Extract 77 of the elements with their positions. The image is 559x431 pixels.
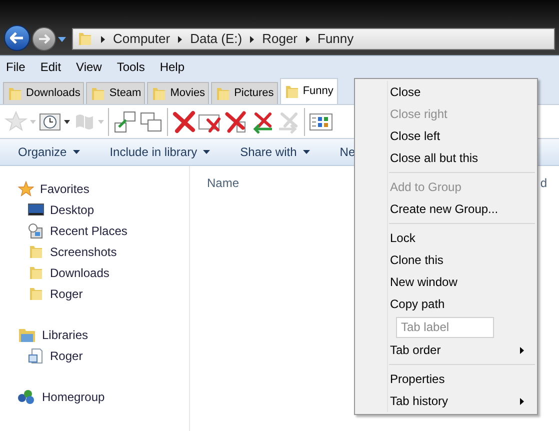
library-icon (18, 326, 36, 342)
tab-label-field[interactable]: Tab label (396, 316, 494, 338)
folder-icon (28, 264, 44, 280)
star-icon (4, 110, 28, 134)
new-window-icon (113, 110, 137, 134)
breadcrumb-item[interactable]: Computer (113, 29, 170, 49)
context-menu-item[interactable]: Tab history (355, 390, 537, 412)
caret-icon (302, 150, 310, 154)
tab[interactable]: Movies (147, 82, 210, 104)
column-header[interactable]: Name (207, 174, 240, 190)
context-menu-item[interactable]: Close (355, 81, 537, 103)
chevron-icon (250, 36, 254, 42)
context-menu-item[interactable]: Tab order (355, 339, 537, 361)
context-menu-item[interactable]: New window (355, 271, 537, 293)
nav-item[interactable]: Desktop (18, 199, 189, 220)
history-caret-icon[interactable] (58, 37, 66, 42)
context-menu-item[interactable]: Clone this (355, 249, 537, 271)
tab[interactable]: Downloads (3, 82, 84, 104)
tab[interactable]: Pictures (211, 82, 278, 104)
menu-bar-item[interactable]: Edit (40, 58, 62, 76)
command-button[interactable]: Organize (18, 143, 80, 161)
menu-bar-item[interactable]: View (76, 58, 102, 76)
submenu-arrow-icon (520, 346, 524, 354)
nav-group-item[interactable]: Libraries (18, 324, 189, 345)
nav-item[interactable]: Roger (18, 283, 189, 304)
submenu-arrow-icon (520, 398, 524, 404)
menu-bar-item[interactable]: File (6, 58, 26, 76)
desktop-icon (28, 202, 44, 218)
folder-icon (151, 86, 168, 102)
folder-icon (77, 31, 93, 47)
folder-icon (215, 86, 232, 102)
breadcrumb-item[interactable]: Data (E:) (190, 29, 242, 49)
windows-icon (139, 110, 163, 134)
recent-places-icon (28, 222, 44, 238)
command-button[interactable]: Share with (240, 143, 310, 161)
star-icon (18, 180, 34, 196)
folder-icon (284, 84, 300, 100)
close-forward-icon (276, 110, 300, 134)
folder-icon (28, 244, 44, 260)
context-menu-item[interactable]: Create new Group... (355, 198, 537, 220)
command-button[interactable]: Include in library (110, 143, 210, 161)
address-bar[interactable]: Computer Data (E:) Roger Funny (72, 28, 555, 50)
breadcrumb-item[interactable]: Funny (318, 29, 354, 49)
folder-icon (90, 86, 106, 102)
nav-item[interactable]: Screenshots (18, 241, 189, 262)
folder-icon (7, 86, 23, 102)
breadcrumb-item[interactable]: Roger (262, 29, 298, 49)
back-arrow-icon (10, 32, 24, 44)
nav-group-item[interactable]: Favorites (18, 178, 189, 199)
nav-item[interactable]: Downloads (18, 262, 189, 283)
nav-item[interactable]: Recent Places (18, 220, 189, 241)
column-header[interactable]: d (540, 174, 547, 190)
context-menu-item[interactable]: Lock (355, 227, 537, 249)
command-button[interactable]: Ne (340, 143, 356, 161)
forward-arrow-icon (38, 34, 50, 44)
menu-bar-item[interactable]: Tools (116, 58, 145, 76)
caret-icon (72, 150, 80, 154)
chevron-icon (306, 36, 310, 42)
homegroup-icon (18, 388, 36, 404)
close-icon (172, 110, 196, 134)
tab[interactable]: Steam (86, 82, 146, 104)
context-menu-item[interactable]: Close all but this (355, 147, 537, 169)
context-menu-item[interactable]: Properties (355, 368, 537, 390)
caret-icon (203, 150, 210, 154)
document-library-icon (28, 348, 44, 364)
menu-bar-item[interactable]: Help (160, 58, 185, 76)
close-doc-icon (224, 110, 248, 134)
tab[interactable]: Funny (280, 78, 338, 104)
back-button[interactable] (4, 25, 30, 51)
nav-item[interactable]: Roger (18, 345, 189, 366)
chevron-icon (178, 36, 182, 42)
nav-group-item[interactable]: Homegroup (18, 386, 189, 407)
context-menu-item[interactable]: Copy path (355, 293, 537, 315)
chevron-icon (101, 36, 105, 42)
forward-button[interactable] (32, 27, 56, 51)
context-menu-item[interactable]: Close left (355, 125, 537, 147)
folder-icon (28, 286, 44, 302)
